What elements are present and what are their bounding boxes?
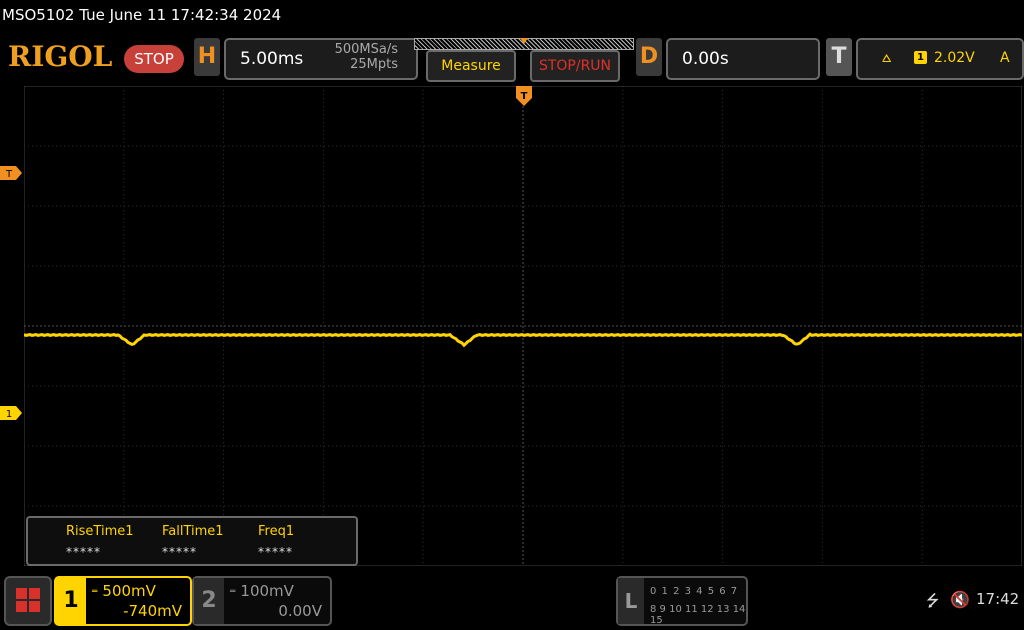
timebase-value: 5.00ms [240, 49, 304, 69]
horizontal-panel[interactable]: 5.00ms 500MSa/s 25Mpts [224, 38, 418, 80]
measure-button[interactable]: Measure [426, 50, 516, 82]
channel-2-offset: 0.00V [278, 602, 322, 620]
measure-label-risetime: RiseTime1 [66, 524, 134, 539]
channel-2-scale: ═ 100mV [230, 582, 294, 600]
channel-2-number: 2 [194, 578, 224, 624]
memory-position-marker [520, 38, 528, 44]
trigger-source-badge: 1 [914, 51, 927, 64]
trigger-level: 2.02V [934, 50, 975, 66]
channel-1-scale: ═ 500mV [92, 582, 156, 600]
logic-analyzer-box[interactable]: L 0 1 2 3 4 5 6 7 8 9 10 11 12 13 14 15 [616, 576, 748, 626]
waveform-grid[interactable] [24, 86, 1022, 566]
channel-1-box[interactable]: 1 ═ 500mV -740mV [54, 576, 192, 626]
run-state-badge[interactable]: STOP [124, 45, 184, 73]
logic-channels-row1: 0 1 2 3 4 5 6 7 [650, 586, 739, 597]
trigger-mode: A [1000, 50, 1010, 66]
delay-panel[interactable]: 0.00s [666, 38, 820, 80]
channel-1-number: 1 [56, 578, 86, 624]
main-menu-button[interactable] [4, 576, 52, 626]
measure-value-freq: ***** [258, 545, 293, 559]
measure-label-freq: Freq1 [258, 524, 295, 539]
status-clock: 17:42 [976, 590, 1020, 608]
speaker-muted-icon[interactable]: 🔇 [950, 590, 970, 609]
memory-depth: 25Mpts [350, 57, 398, 72]
window-title: MSO5102 Tue June 11 17:42:34 2024 [2, 6, 282, 24]
trigger-panel[interactable]: ⩟ 1 2.02V A [856, 38, 1024, 80]
trigger-position-marker[interactable]: T [516, 86, 532, 110]
delay-menu-button[interactable]: D [636, 38, 662, 76]
dc-coupling-icon: ═ [92, 586, 98, 597]
horizontal-menu-button[interactable]: H [194, 38, 220, 76]
stop-run-button[interactable]: STOP/RUN [530, 50, 620, 82]
trigger-level-marker[interactable]: T [0, 166, 22, 180]
channel-1-offset: -740mV [123, 602, 182, 620]
svg-text:1: 1 [6, 409, 12, 420]
channel-2-box[interactable]: 2 ═ 100mV 0.00V [192, 576, 332, 626]
delay-value: 0.00s [682, 49, 729, 69]
rigol-logo: RIGOL [8, 40, 113, 73]
measure-label-falltime: FallTime1 [162, 524, 224, 539]
logic-letter: L [618, 578, 644, 624]
usb-icon: ⭍ [926, 591, 940, 610]
svg-text:T: T [5, 169, 13, 180]
ch1-ground-marker[interactable]: 1 [0, 406, 22, 420]
measure-value-falltime: ***** [162, 545, 197, 559]
measure-value-risetime: ***** [66, 545, 101, 559]
trigger-menu-button[interactable]: T [826, 38, 852, 76]
measurement-panel[interactable]: RiseTime1 ***** FallTime1 ***** Freq1 **… [26, 516, 358, 566]
sample-rate: 500MSa/s [334, 42, 398, 57]
logic-channels-row2: 8 9 10 11 12 13 14 15 [650, 604, 746, 626]
rising-edge-icon: ⩟ [882, 48, 892, 66]
menu-grid-icon [16, 588, 40, 612]
dc-coupling-icon: ═ [230, 586, 236, 597]
svg-text:T: T [521, 91, 528, 102]
